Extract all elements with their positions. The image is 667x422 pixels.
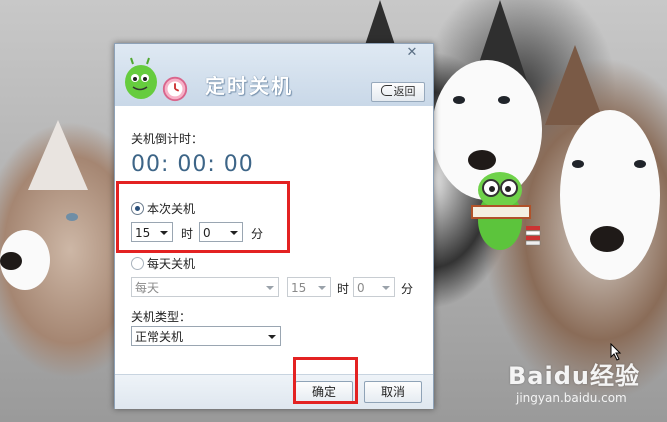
daily-minute-unit: 分: [401, 282, 414, 296]
dog-muzzle: [560, 110, 660, 280]
dog-nose: [590, 226, 624, 252]
countdown-value: 00: 00: 00: [131, 152, 254, 177]
shutdown-type-value: 正常关机: [135, 330, 184, 344]
highlight-box-ok: [293, 357, 358, 404]
watermark-url: jingyan.baidu.com: [516, 391, 627, 405]
daily-frequency-select[interactable]: 每天: [131, 277, 279, 297]
title-bar: 定时关机 ✕ 返回: [115, 44, 433, 106]
dog-eye: [453, 96, 465, 104]
watermark: Baidu经验 jingyan.baidu.com: [508, 356, 640, 405]
daily-label[interactable]: 每天关机: [147, 255, 195, 272]
dog-ear: [28, 120, 88, 190]
dropdown-arrow-icon: [268, 335, 276, 339]
daily-hour-value: 15: [291, 281, 307, 295]
daily-radio[interactable]: [131, 257, 144, 270]
daily-minute-select[interactable]: 0: [353, 277, 395, 297]
dog-eye: [572, 160, 584, 168]
back-button-label: 返回: [393, 85, 416, 98]
close-icon[interactable]: ✕: [405, 46, 419, 60]
dog-eye: [66, 213, 78, 221]
countdown-label: 关机倒计时：: [131, 132, 204, 146]
reading-bug-icon: [471, 172, 541, 250]
back-arrow-icon: [380, 85, 392, 96]
dialog-title: 定时关机: [205, 74, 293, 98]
shutdown-type-label: 关机类型：: [131, 310, 192, 324]
dog-eye: [498, 96, 510, 104]
daily-frequency-value: 每天: [135, 281, 160, 295]
watermark-main: Baidu经验: [508, 362, 640, 390]
dialog-footer: 确定 取消: [115, 374, 433, 409]
highlight-box-once: [116, 181, 290, 253]
clock-icon: [162, 76, 188, 102]
cancel-button[interactable]: 取消: [364, 381, 422, 403]
back-button[interactable]: 返回: [371, 82, 425, 102]
shutdown-type-select[interactable]: 正常关机: [131, 326, 281, 346]
dog-nose: [0, 252, 22, 270]
dog-eye: [634, 160, 646, 168]
daily-hour-select[interactable]: 15: [287, 277, 331, 297]
daily-hour-unit: 时: [337, 282, 350, 296]
dropdown-arrow-icon: [382, 286, 390, 290]
dropdown-arrow-icon: [266, 286, 274, 290]
daily-minute-value: 0: [357, 281, 365, 295]
dropdown-arrow-icon: [318, 286, 326, 290]
dog-nose: [468, 150, 496, 170]
